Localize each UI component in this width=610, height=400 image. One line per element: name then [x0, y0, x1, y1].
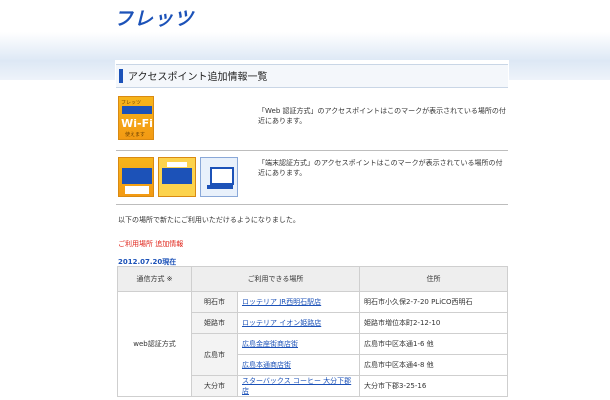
- place-cell: 広島本通商店街: [237, 354, 360, 376]
- intro-text: 以下の場所で新たにご利用いただけるようになりました。: [118, 216, 300, 224]
- address-cell: 明石市小久保2-7-20 PLiCO西明石: [359, 291, 508, 313]
- address-cell: 広島市中区本通4-8 他: [359, 354, 508, 376]
- place-link[interactable]: ロッテリア イオン姫路店: [242, 319, 321, 327]
- wifi-badge-bottom-text: 使えます: [125, 132, 146, 138]
- top-bar: フレッツ: [0, 0, 610, 32]
- header-place: ご利用できる場所: [191, 266, 360, 292]
- spot-badge-label: [125, 186, 149, 194]
- place-cell: スターバックス コーヒー 大分下郡店: [237, 375, 360, 397]
- heading-marker: [119, 69, 123, 83]
- web-auth-note: 「Web 認証方式」のアクセスポイントはこのマークが表示されている場所の付近にあ…: [258, 107, 506, 125]
- wifi-badge-top-text: フレッツ: [121, 100, 142, 106]
- place-link[interactable]: 広島金座街商店街: [242, 340, 298, 348]
- section-label: ご利用場所 追加情報: [118, 240, 184, 248]
- wifi-badge-icon: フレッツ Wi-Fi 使えます: [118, 96, 154, 140]
- place-cell: ロッテリア JR西明石駅店: [237, 291, 360, 313]
- wifi-badge-stripe: [122, 106, 152, 114]
- internet-badge-label: [167, 162, 187, 167]
- address-cell: 姫路市増位本町2-12-10: [359, 312, 508, 334]
- page-heading: アクセスポイント追加情報一覧: [116, 64, 508, 88]
- divider: [116, 150, 508, 151]
- table-header-row: 通信方式 ※ ご利用できる場所 住所: [117, 266, 508, 292]
- flets-logo[interactable]: フレッツ: [114, 4, 194, 31]
- pc-badge-keyboard: [207, 185, 233, 189]
- table-row: web認証方式 明石市 ロッテリア JR西明石駅店 明石市小久保2-7-20 P…: [117, 291, 508, 397]
- page-title: アクセスポイント追加情報一覧: [128, 72, 268, 83]
- internet-badge-icon: [158, 157, 196, 197]
- terminal-auth-note: 「端末認証方式」のアクセスポイントはこのマークが表示されている場所の付近にありま…: [258, 159, 503, 177]
- place-link[interactable]: ロッテリア JR西明石駅店: [242, 298, 321, 306]
- city-cell: 大分市: [191, 375, 238, 397]
- place-link[interactable]: スターバックス コーヒー 大分下郡店: [242, 377, 351, 395]
- pc-badge-icon: [200, 157, 238, 197]
- method-cell: web認証方式: [117, 291, 192, 397]
- place-link[interactable]: 広島本通商店街: [242, 361, 291, 369]
- address-cell: 広島市中区本通1-6 他: [359, 333, 508, 355]
- pc-badge-screen: [210, 167, 234, 185]
- city-cell: 明石市: [191, 291, 238, 313]
- place-cell: 広島金座街商店街: [237, 333, 360, 355]
- divider: [116, 204, 508, 205]
- address-cell: 大分市下郡3-25-16: [359, 375, 508, 397]
- spot-badge-panel: [122, 168, 152, 184]
- wifi-badge-main-text: Wi-Fi: [121, 117, 153, 130]
- header-address: 住所: [359, 266, 508, 292]
- access-point-table: 通信方式 ※ ご利用できる場所 住所 web認証方式 明石市 ロッテリア JR西…: [117, 266, 508, 397]
- spot-badge-icon: [118, 157, 154, 197]
- header-method: 通信方式 ※: [117, 266, 192, 292]
- city-cell: 広島市: [191, 333, 238, 376]
- place-cell: ロッテリア イオン姫路店: [237, 312, 360, 334]
- city-cell: 姫路市: [191, 312, 238, 334]
- internet-badge-panel: [162, 168, 192, 184]
